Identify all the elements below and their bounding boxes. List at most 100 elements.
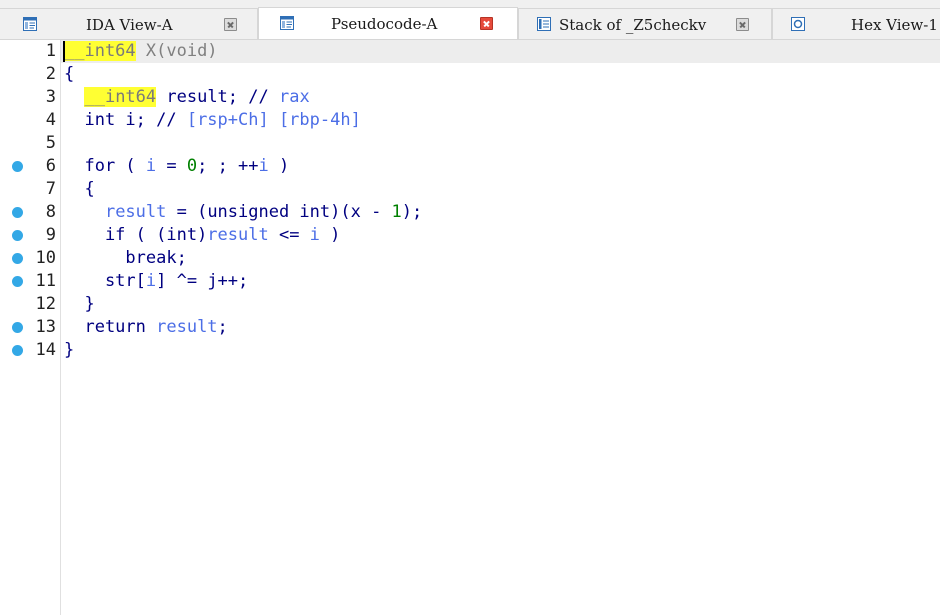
- code-text: }: [64, 293, 95, 316]
- code-token: {: [64, 179, 95, 199]
- disassembly-view-icon: [23, 17, 37, 31]
- code-token: <=: [268, 225, 310, 245]
- breakpoint-marker-icon[interactable]: [12, 276, 23, 287]
- code-text: }: [64, 339, 74, 362]
- code-token: if ( (int): [64, 225, 208, 245]
- close-icon[interactable]: [224, 18, 237, 31]
- code-token: 0: [186, 156, 198, 176]
- code-token: __int64: [64, 41, 136, 61]
- code-line[interactable]: 9 if ( (int)result <= i ): [0, 224, 940, 247]
- stack-frame-icon: [537, 17, 551, 31]
- tab-pseudocode-a[interactable]: Pseudocode-A: [258, 7, 518, 39]
- code-token: i: [145, 271, 157, 291]
- code-line[interactable]: 5: [0, 132, 940, 155]
- code-token: 1: [391, 202, 402, 222]
- code-token: result: [156, 317, 218, 337]
- code-text: for ( i = 0; ; ++i ): [64, 155, 289, 178]
- close-icon[interactable]: [736, 18, 749, 31]
- line-number: 2: [45, 64, 56, 84]
- line-number: 5: [45, 133, 56, 153]
- code-line[interactable]: 14}: [0, 339, 940, 362]
- code-token: ;: [217, 317, 228, 337]
- code-token: ; ; ++: [197, 156, 259, 176]
- text-cursor: [63, 41, 65, 62]
- code-text: if ( (int)result <= i ): [64, 224, 340, 247]
- code-token: {: [64, 64, 75, 84]
- code-token: X(void): [135, 41, 218, 61]
- code-token: ): [319, 225, 341, 245]
- code-line[interactable]: 10 break;: [0, 247, 940, 270]
- code-token: result: [104, 202, 167, 222]
- line-number: 9: [45, 225, 56, 245]
- line-number: 3: [45, 87, 56, 107]
- code-line[interactable]: 8 result = (unsigned int)(x - 1);: [0, 201, 940, 224]
- code-token: rax: [278, 87, 310, 107]
- hex-view-icon: [791, 17, 805, 31]
- tab-stack-of-z5checkv[interactable]: Stack of _Z5checkv: [518, 8, 772, 39]
- code-text: __int64 result; // rax: [64, 86, 310, 109]
- code-line[interactable]: 7 {: [0, 178, 940, 201]
- code-token: i: [145, 156, 157, 176]
- close-icon[interactable]: [480, 17, 493, 30]
- code-line[interactable]: 1 __int64 X(void): [46, 40, 940, 63]
- code-token: = (unsigned int)(x -: [166, 202, 392, 222]
- tab-ida-view-a[interactable]: IDA View-A: [0, 8, 258, 39]
- tab-label: Hex View-1: [851, 16, 938, 34]
- code-token: result: [207, 225, 269, 245]
- line-number: 10: [35, 248, 56, 268]
- code-line[interactable]: 6 for ( i = 0; ; ++i ): [0, 155, 940, 178]
- code-token: __int64: [84, 87, 157, 107]
- breakpoint-marker-icon[interactable]: [12, 161, 23, 172]
- line-number: 11: [35, 271, 56, 291]
- breakpoint-marker-icon[interactable]: [12, 230, 23, 241]
- tab-label: Stack of _Z5checkv: [559, 16, 707, 34]
- code-text: {: [64, 178, 95, 201]
- code-line[interactable]: 11 str[i] ^= j++;: [0, 270, 940, 293]
- line-number: 14: [35, 340, 56, 360]
- code-token: break;: [64, 248, 187, 268]
- code-text: result = (unsigned int)(x - 1);: [64, 201, 422, 224]
- code-token: }: [64, 340, 75, 360]
- code-text: {: [64, 63, 74, 86]
- line-number: 1: [45, 41, 56, 61]
- code-text: int i; // [rsp+Ch] [rbp-4h]: [64, 109, 361, 132]
- pseudocode-icon: [280, 16, 294, 30]
- code-token: int i; //: [64, 110, 187, 130]
- code-text: break;: [64, 247, 187, 270]
- line-number: 12: [35, 294, 56, 314]
- breakpoint-marker-icon[interactable]: [12, 253, 23, 264]
- line-number: 13: [35, 317, 56, 337]
- code-line[interactable]: 2{: [0, 63, 940, 86]
- code-text: __int64 X(void): [64, 40, 218, 63]
- line-number: 8: [45, 202, 56, 222]
- code-text: str[i] ^= j++;: [64, 270, 248, 293]
- code-token: }: [64, 294, 95, 314]
- code-token: i: [309, 225, 320, 245]
- tab-label: Pseudocode-A: [331, 15, 438, 33]
- code-token: ] ^= j++;: [156, 271, 249, 291]
- breakpoint-marker-icon[interactable]: [12, 345, 23, 356]
- code-token: result; //: [156, 87, 279, 107]
- tab-hex-view-1[interactable]: Hex View-1: [772, 8, 940, 39]
- line-number: 7: [45, 179, 56, 199]
- code-line[interactable]: 3 __int64 result; // rax: [0, 86, 940, 109]
- code-text: return result;: [64, 316, 228, 339]
- code-line[interactable]: 12 }: [0, 293, 940, 316]
- code-token: =: [156, 156, 187, 176]
- code-token: str[: [64, 271, 146, 291]
- line-number: 4: [45, 110, 56, 130]
- breakpoint-marker-icon[interactable]: [12, 322, 23, 333]
- code-line[interactable]: 4 int i; // [rsp+Ch] [rbp-4h]: [0, 109, 940, 132]
- tab-label: IDA View-A: [86, 16, 173, 34]
- code-token: return: [64, 317, 157, 337]
- code-token: i: [258, 156, 269, 176]
- code-token: );: [401, 202, 423, 222]
- code-token: [rsp+Ch] [rbp-4h]: [186, 110, 361, 130]
- breakpoint-marker-icon[interactable]: [12, 207, 23, 218]
- tab-bar: IDA View-A Pseudocode-A Stack of _Z5chec…: [0, 0, 940, 40]
- code-token: for (: [64, 156, 146, 176]
- code-line[interactable]: 13 return result;: [0, 316, 940, 339]
- code-token: ): [268, 156, 290, 176]
